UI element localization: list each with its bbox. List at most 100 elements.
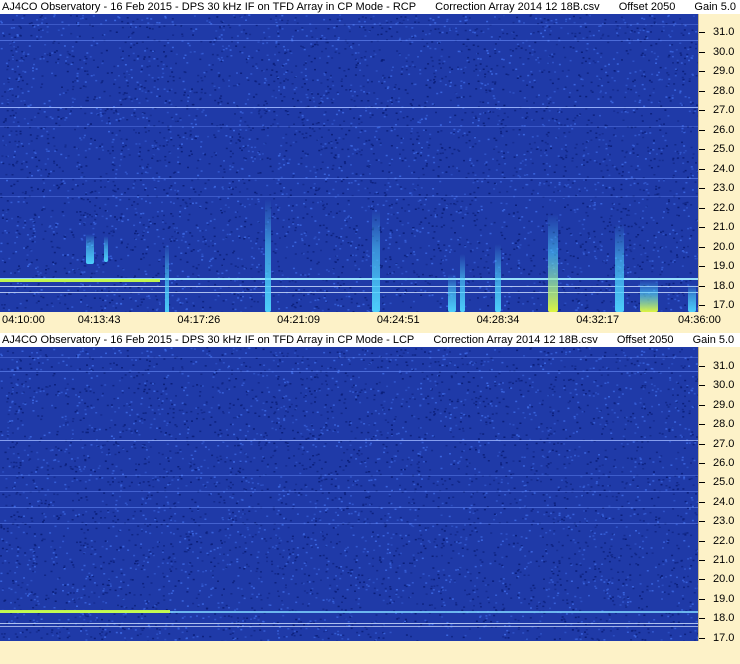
- rcp-ytick: 20.0: [699, 241, 740, 253]
- lcp-ytick: 27.0: [699, 438, 740, 450]
- lcp-ytick-mark: [699, 598, 705, 600]
- lcp-ytick: 19.0: [699, 593, 740, 605]
- rcp-spectrogram[interactable]: [0, 14, 698, 312]
- rcp-ytick: 17.0: [699, 299, 740, 311]
- rcp-title-gain: Gain 5.0: [694, 1, 737, 13]
- rcp-spectrogram-canvas: [0, 14, 698, 312]
- lcp-ytick-mark: [699, 618, 705, 620]
- rcp-ytick-label: 23.0: [713, 182, 735, 194]
- lcp-ytick-mark: [699, 560, 705, 561]
- rcp-ytick-label: 21.0: [713, 221, 735, 233]
- lcp-ytick: 25.0: [699, 476, 740, 488]
- lcp-title-correction: Correction Array 2014 12 18B.csv: [433, 334, 598, 346]
- lcp-interference-line: [0, 623, 698, 624]
- rcp-ytick-mark: [699, 149, 705, 150]
- lcp-ytick: 20.0: [699, 573, 740, 585]
- rcp-ytick-mark: [699, 110, 705, 111]
- lcp-title-gain: Gain 5.0: [692, 334, 735, 346]
- rcp-emission-burst: [165, 244, 169, 312]
- lcp-ytick-mark: [699, 482, 705, 484]
- lcp-ytick: 29.0: [699, 399, 740, 411]
- lcp-ytick-mark: [699, 404, 705, 406]
- lcp-ytick-label: 24.0: [713, 495, 735, 508]
- rcp-ytick-mark: [699, 188, 705, 189]
- rcp-xtick-label: 04:17:26: [177, 314, 221, 326]
- rcp-title-main: AJ4CO Observatory - 16 Feb 2015 - DPS 30…: [2, 1, 417, 13]
- rcp-background: [0, 14, 698, 312]
- rcp-ytick-label: 24.0: [713, 162, 735, 175]
- rcp-ytick: 25.0: [699, 143, 740, 155]
- rcp-emission-burst: [460, 254, 465, 312]
- lcp-ytick-label: 31.0: [713, 360, 735, 372]
- lcp-ytick: 21.0: [699, 554, 740, 566]
- lcp-ytick-mark: [699, 385, 705, 387]
- rcp-emission-burst: [495, 244, 501, 312]
- lcp-ytick-mark: [699, 443, 705, 445]
- rcp-ytick: 24.0: [699, 163, 740, 175]
- lcp-time-axis-strip: [0, 641, 740, 664]
- rcp-ytick-mark: [699, 51, 705, 53]
- lcp-ytick-mark: [699, 521, 705, 523]
- lcp-frequency-axis: 31.0 30.0 29.0 28.0 27.0 26.0 25.0 24.0 23.0 22.0…: [698, 347, 740, 644]
- rcp-interference-line: [0, 196, 698, 197]
- rcp-ytick: 23.0: [699, 182, 740, 194]
- lcp-ytick: 18.0: [699, 612, 740, 624]
- rcp-emission-burst: [265, 199, 271, 312]
- rcp-xtick-label: 04:32:17: [576, 314, 620, 326]
- rcp-ytick: 26.0: [699, 124, 740, 136]
- rcp-emission-burst: [86, 234, 94, 264]
- rcp-emission-burst: [640, 279, 658, 312]
- rcp-interference-line: [0, 40, 698, 41]
- lcp-interference-line: [0, 371, 698, 372]
- lcp-ytick: 22.0: [699, 535, 740, 547]
- rcp-ytick-label: 29.0: [713, 65, 735, 77]
- lcp-ytick-label: 18.0: [713, 612, 735, 625]
- lcp-ytick: 28.0: [699, 418, 740, 430]
- lcp-ytick-label: 22.0: [713, 534, 735, 547]
- rcp-ytick-label: 27.0: [713, 104, 735, 116]
- rcp-ytick-mark: [699, 305, 705, 306]
- lcp-ytick-mark: [699, 366, 705, 367]
- rcp-ytick-mark: [699, 168, 705, 170]
- rcp-interference-line: [0, 178, 698, 179]
- rcp-ytick-label: 17.0: [713, 299, 735, 311]
- rcp-xtick-label: 04:28:34: [476, 314, 520, 326]
- rcp-ytick: 21.0: [699, 221, 740, 233]
- rcp-ytick: 30.0: [699, 46, 740, 58]
- lcp-interference-line: [0, 626, 698, 627]
- lcp-spectrogram[interactable]: [0, 347, 698, 641]
- rcp-ytick-mark: [699, 266, 705, 267]
- rcp-xtick-label: 04:24:51: [376, 314, 420, 326]
- lcp-interference-line: [0, 507, 698, 508]
- rcp-emission-burst: [372, 209, 380, 312]
- rcp-interference-line: [0, 126, 698, 127]
- rcp-xtick-label: 04:36:00: [678, 314, 721, 326]
- rcp-frequency-axis: 31.0 30.0 29.0 28.0 27.0 26.0 25.0 24.0 23.0 22.0…: [698, 14, 740, 312]
- rcp-ytick: 19.0: [699, 260, 740, 272]
- rcp-interference-line: [0, 292, 698, 293]
- lcp-ytick: 30.0: [699, 379, 740, 391]
- lcp-ytick-mark: [699, 424, 705, 426]
- rcp-panel-title: AJ4CO Observatory - 16 Feb 2015 - DPS 30…: [0, 0, 740, 14]
- lcp-ytick-label: 21.0: [713, 554, 735, 566]
- rcp-ytick-label: 25.0: [713, 143, 735, 155]
- lcp-title-offset: Offset 2050: [616, 334, 674, 346]
- rcp-ytick-mark: [699, 227, 705, 228]
- lcp-interference-line: [0, 475, 698, 476]
- lcp-ytick: 24.0: [699, 496, 740, 508]
- rcp-ytick-mark: [699, 285, 705, 287]
- lcp-ytick: 31.0: [699, 360, 740, 372]
- rcp-ytick: 28.0: [699, 85, 740, 97]
- rcp-emission-burst: [104, 236, 108, 262]
- rcp-title-correction: Correction Array 2014 12 18B.csv: [435, 1, 600, 13]
- lcp-interference-line: [0, 610, 170, 613]
- rcp-emission-burst: [688, 284, 696, 312]
- lcp-ytick-mark: [699, 637, 705, 639]
- rcp-ytick: 27.0: [699, 104, 740, 116]
- lcp-ytick-label: 29.0: [713, 398, 735, 411]
- lcp-ytick-mark: [699, 579, 705, 581]
- lcp-ytick-mark: [699, 540, 705, 542]
- rcp-ytick-label: 30.0: [713, 45, 735, 58]
- rcp-ytick: 18.0: [699, 280, 740, 292]
- lcp-ytick-label: 25.0: [713, 476, 735, 489]
